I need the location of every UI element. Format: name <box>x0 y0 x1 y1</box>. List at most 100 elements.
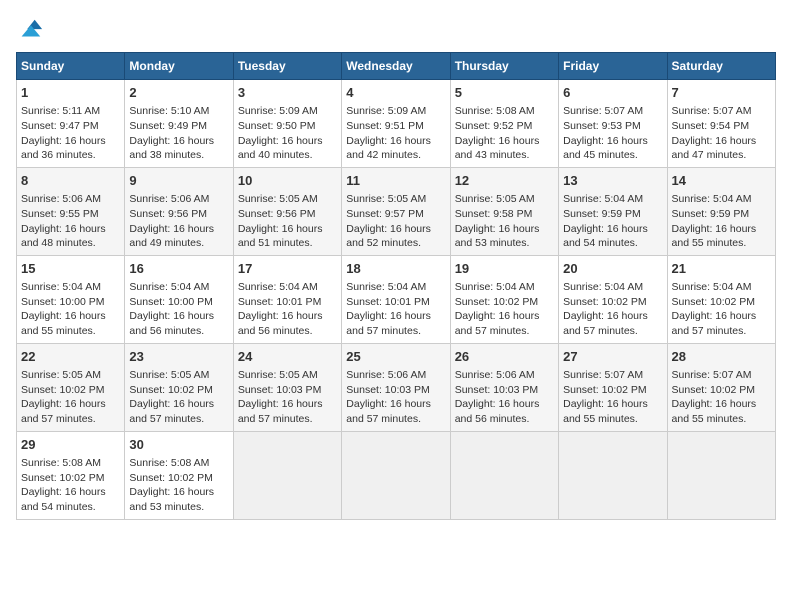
day-number: 14 <box>672 172 771 190</box>
day-number: 3 <box>238 84 337 102</box>
day-info: Sunrise: 5:04 AM <box>672 280 771 295</box>
day-info: Sunrise: 5:05 AM <box>455 192 554 207</box>
day-info: Sunrise: 5:09 AM <box>346 104 445 119</box>
logo <box>16 16 48 44</box>
day-info: Daylight: 16 hours and 54 minutes. <box>563 222 662 251</box>
day-number: 12 <box>455 172 554 190</box>
empty-cell <box>450 431 558 519</box>
day-info: Daylight: 16 hours and 56 minutes. <box>455 397 554 426</box>
day-info: Daylight: 16 hours and 51 minutes. <box>238 222 337 251</box>
day-info: Sunset: 10:02 PM <box>129 383 228 398</box>
calendar-cell: 6 Sunrise: 5:07 AMSunset: 9:53 PMDaylight… <box>559 80 667 168</box>
day-info: Sunset: 10:01 PM <box>238 295 337 310</box>
empty-cell <box>559 431 667 519</box>
calendar-cell: 17Sunrise: 5:04 AMSunset: 10:01 PMDaylig… <box>233 255 341 343</box>
day-info: Daylight: 16 hours and 56 minutes. <box>129 309 228 338</box>
day-info: Sunset: 9:56 PM <box>238 207 337 222</box>
day-number: 1 <box>21 84 120 102</box>
day-number: 26 <box>455 348 554 366</box>
logo-icon <box>16 16 44 44</box>
day-info: Sunset: 10:00 PM <box>129 295 228 310</box>
day-number: 11 <box>346 172 445 190</box>
day-info: Daylight: 16 hours and 55 minutes. <box>563 397 662 426</box>
day-number: 28 <box>672 348 771 366</box>
calendar-cell: 16Sunrise: 5:04 AMSunset: 10:00 PMDaylig… <box>125 255 233 343</box>
calendar-cell: 4Sunrise: 5:09 AMSunset: 9:51 PMDaylight… <box>342 80 450 168</box>
day-info: Daylight: 16 hours and 57 minutes. <box>346 397 445 426</box>
day-info: Sunset: 9:58 PM <box>455 207 554 222</box>
day-info: Sunset: 10:02 PM <box>455 295 554 310</box>
calendar-cell: 18Sunrise: 5:04 AMSunset: 10:01 PMDaylig… <box>342 255 450 343</box>
calendar-cell: 5Sunrise: 5:08 AMSunset: 9:52 PMDaylight… <box>450 80 558 168</box>
day-info: Sunset: 9:49 PM <box>129 119 228 134</box>
day-info: Sunrise: 5:08 AM <box>129 456 228 471</box>
day-number: 15 <box>21 260 120 278</box>
day-info: Daylight: 16 hours and 57 minutes. <box>346 309 445 338</box>
calendar-cell: 27Sunrise: 5:07 AMSunset: 10:02 PMDaylig… <box>559 343 667 431</box>
calendar-cell: 8 Sunrise: 5:06 AMSunset: 9:55 PMDaylight… <box>17 167 125 255</box>
week-row: 15Sunrise: 5:04 AMSunset: 10:00 PMDaylig… <box>17 255 776 343</box>
day-info: Sunset: 10:02 PM <box>672 295 771 310</box>
calendar-cell: 20 Sunrise: 5:04 AMSunset: 10:02 PMDaylig… <box>559 255 667 343</box>
day-info: Sunset: 10:02 PM <box>563 295 662 310</box>
day-info: Sunrise: 5:07 AM <box>672 368 771 383</box>
calendar-cell: 21Sunrise: 5:04 AMSunset: 10:02 PMDaylig… <box>667 255 775 343</box>
day-number: 25 <box>346 348 445 366</box>
day-info: Daylight: 16 hours and 55 minutes. <box>672 222 771 251</box>
day-info: Sunrise: 5:04 AM <box>346 280 445 295</box>
day-info: Daylight: 16 hours and 36 minutes. <box>21 134 120 163</box>
day-info: Sunrise: 5:06 AM <box>21 192 120 207</box>
day-info: Sunset: 9:55 PM <box>21 207 120 222</box>
day-info: Sunrise: 5:05 AM <box>346 192 445 207</box>
day-info: Daylight: 16 hours and 48 minutes. <box>21 222 120 251</box>
empty-cell <box>342 431 450 519</box>
day-info: Sunset: 10:03 PM <box>455 383 554 398</box>
day-number: 19 <box>455 260 554 278</box>
day-number: 22 <box>21 348 120 366</box>
day-info: Sunrise: 5:08 AM <box>455 104 554 119</box>
day-number: 23 <box>129 348 228 366</box>
day-info: Daylight: 16 hours and 55 minutes. <box>672 397 771 426</box>
day-info: Daylight: 16 hours and 53 minutes. <box>129 485 228 514</box>
day-number: 9 <box>129 172 228 190</box>
calendar-cell: 15Sunrise: 5:04 AMSunset: 10:00 PMDaylig… <box>17 255 125 343</box>
day-info: Sunrise: 5:04 AM <box>563 280 662 295</box>
day-info: Sunrise: 5:08 AM <box>21 456 120 471</box>
day-info: Sunrise: 5:06 AM <box>455 368 554 383</box>
day-info: Daylight: 16 hours and 57 minutes. <box>21 397 120 426</box>
day-info: Daylight: 16 hours and 38 minutes. <box>129 134 228 163</box>
day-number: 24 <box>238 348 337 366</box>
day-info: Sunset: 9:52 PM <box>455 119 554 134</box>
day-info: Sunrise: 5:05 AM <box>238 192 337 207</box>
day-number: 2 <box>129 84 228 102</box>
day-info: Daylight: 16 hours and 45 minutes. <box>563 134 662 163</box>
day-number: 6 <box>563 84 662 102</box>
week-row: 1Sunrise: 5:11 AMSunset: 9:47 PMDaylight… <box>17 80 776 168</box>
day-info: Sunrise: 5:11 AM <box>21 104 120 119</box>
calendar-cell: 3Sunrise: 5:09 AMSunset: 9:50 PMDaylight… <box>233 80 341 168</box>
calendar-cell: 14Sunrise: 5:04 AMSunset: 9:59 PMDayligh… <box>667 167 775 255</box>
day-info: Daylight: 16 hours and 57 minutes. <box>129 397 228 426</box>
day-info: Sunset: 10:02 PM <box>21 471 120 486</box>
day-info: Sunset: 9:59 PM <box>563 207 662 222</box>
day-number: 20 <box>563 260 662 278</box>
day-info: Daylight: 16 hours and 57 minutes. <box>455 309 554 338</box>
calendar-cell: 23Sunrise: 5:05 AMSunset: 10:02 PMDaylig… <box>125 343 233 431</box>
day-info: Sunrise: 5:04 AM <box>563 192 662 207</box>
header <box>16 16 776 44</box>
day-info: Sunrise: 5:07 AM <box>563 104 662 119</box>
calendar-cell: 19Sunrise: 5:04 AMSunset: 10:02 PMDaylig… <box>450 255 558 343</box>
day-info: Daylight: 16 hours and 57 minutes. <box>563 309 662 338</box>
day-number: 8 <box>21 172 120 190</box>
day-info: Sunrise: 5:06 AM <box>346 368 445 383</box>
calendar-cell: 10Sunrise: 5:05 AMSunset: 9:56 PMDayligh… <box>233 167 341 255</box>
day-info: Sunset: 10:02 PM <box>21 383 120 398</box>
day-info: Sunrise: 5:04 AM <box>21 280 120 295</box>
day-info: Daylight: 16 hours and 40 minutes. <box>238 134 337 163</box>
day-number: 7 <box>672 84 771 102</box>
calendar-cell: 9Sunrise: 5:06 AMSunset: 9:56 PMDaylight… <box>125 167 233 255</box>
calendar-cell: 25Sunrise: 5:06 AMSunset: 10:03 PMDaylig… <box>342 343 450 431</box>
calendar-cell: 11Sunrise: 5:05 AMSunset: 9:57 PMDayligh… <box>342 167 450 255</box>
col-header-friday: Friday <box>559 53 667 80</box>
day-info: Sunset: 9:53 PM <box>563 119 662 134</box>
